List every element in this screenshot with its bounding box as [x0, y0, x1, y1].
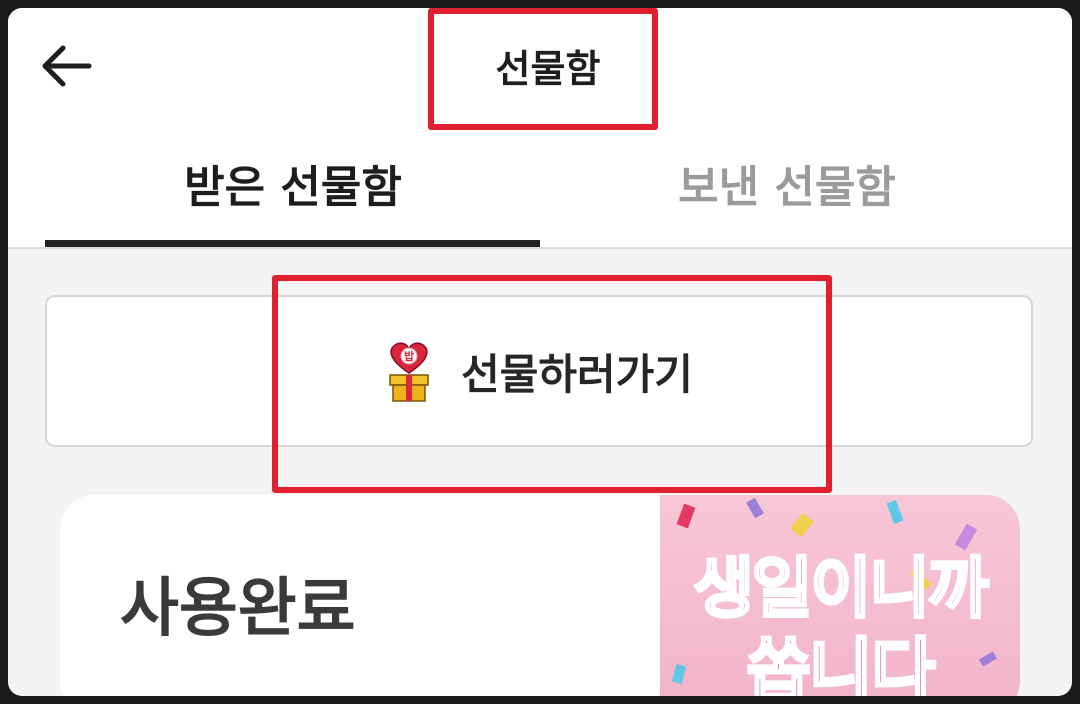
gift-box-icon: 밥: [389, 342, 429, 402]
active-tab-indicator: [45, 240, 540, 247]
gift-icon-text: 밥: [404, 349, 414, 363]
go-gift-label: 선물하러가기: [461, 349, 693, 399]
page-title: 선물함: [495, 47, 601, 91]
banner-text-line2: 쏩니다: [745, 629, 937, 697]
gift-card[interactable]: 사용완료 생일이니까 쏩니다: [60, 495, 1020, 696]
tab-sent-gifts[interactable]: 보낸 선물함: [540, 158, 1034, 218]
app-screen: 선물함 받은 선물함 보낸 선물함 밥 선물하러가기 사용완료 생일이니까 쏩니…: [8, 8, 1072, 696]
back-button[interactable]: [36, 38, 96, 94]
tab-received-gifts[interactable]: 받은 선물함: [46, 158, 540, 218]
app-header: 선물함 받은 선물함 보낸 선물함: [8, 8, 1072, 248]
header-divider: [8, 247, 1072, 249]
gift-banner-image: 생일이니까 쏩니다: [660, 495, 1020, 696]
gift-status-label: 사용완료: [120, 572, 356, 646]
back-arrow-icon: [42, 45, 92, 87]
go-gift-button[interactable]: 밥 선물하러가기: [45, 295, 1033, 447]
